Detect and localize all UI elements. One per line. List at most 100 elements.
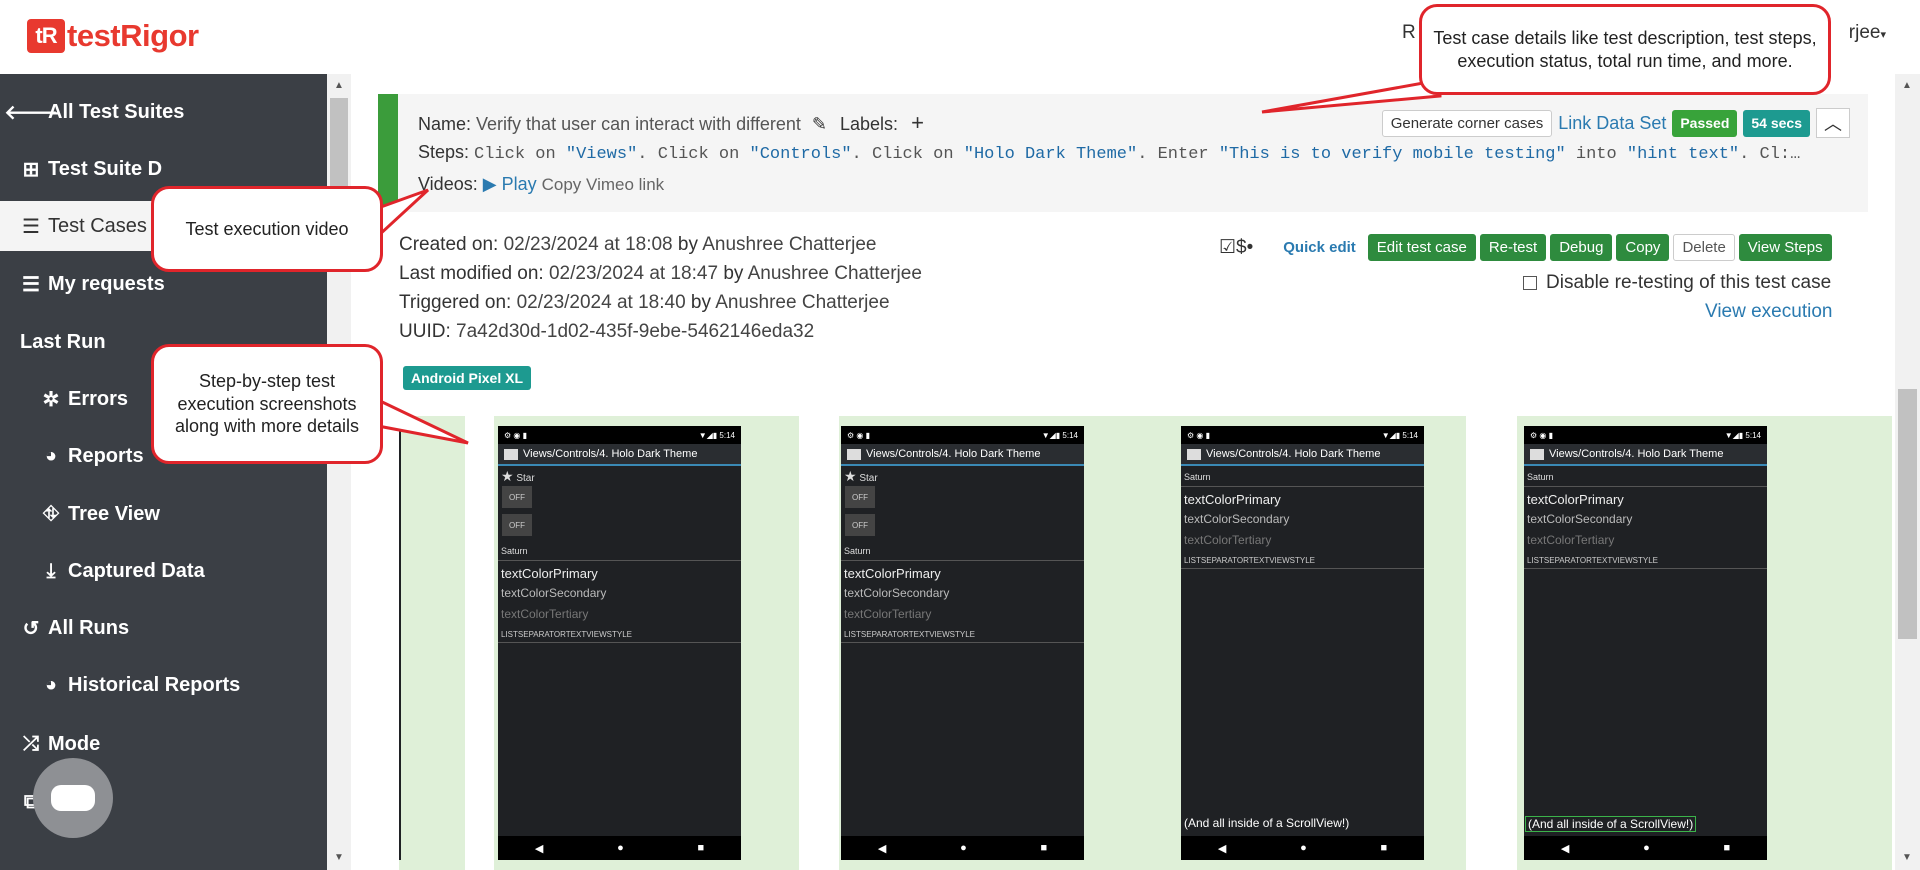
page-scrollbar[interactable]: ▲ ▼: [1895, 74, 1920, 870]
scrollbar-thumb[interactable]: [1898, 389, 1917, 639]
status-icons: ⚙ ◉ ▮: [504, 430, 527, 440]
link-data-set-link[interactable]: Link Data Set: [1558, 113, 1666, 134]
play-video-link[interactable]: ▶ Play: [483, 174, 537, 194]
edit-test-case-button[interactable]: Edit test case: [1367, 234, 1476, 261]
star-row: ★ Star: [844, 468, 878, 484]
star-icon: ★: [501, 468, 514, 484]
user-menu[interactable]: rjee▾: [1849, 22, 1886, 44]
triggered-label: Triggered on:: [399, 292, 512, 313]
created-row: Created on: 02/23/2024 at 18:08 by Anush…: [399, 234, 877, 256]
scroll-up-icon[interactable]: ▲: [1902, 80, 1912, 91]
collapse-button[interactable]: ︿: [1816, 108, 1850, 138]
text-secondary: textColorSecondary: [1184, 512, 1290, 526]
retest-button[interactable]: Re-test: [1479, 234, 1547, 261]
callout-video: Test execution video: [151, 186, 383, 272]
created-label: Created on:: [399, 234, 499, 255]
chevron-up-icon: ︿: [1824, 114, 1842, 134]
scrollview-note: (And all inside of a ScrollView!): [1184, 816, 1350, 830]
sidebar-item-all-test-suites[interactable]: 🡐 All Test Suites: [0, 87, 327, 137]
scroll-up-icon[interactable]: ▲: [334, 80, 344, 91]
phone-screenshot[interactable]: ⚙ ◉ ▮ ▼◢▮ 5:14 Views/Controls/4. Holo Dark…: [498, 426, 741, 860]
chat-icon: [51, 785, 95, 811]
view-execution-link[interactable]: View execution: [1705, 301, 1832, 323]
user-name: rjee: [1848, 22, 1881, 43]
phone-screenshot[interactable]: ⚙ ◉ ▮ ▼◢▮ 5:14 Views/Controls/4. Holo Dark…: [1181, 426, 1424, 860]
recents-icon: ■: [1380, 842, 1388, 854]
scroll-down-icon[interactable]: ▼: [1902, 852, 1912, 863]
sidebar-item-mode[interactable]: ⤮ Mode: [0, 719, 327, 769]
status-icons[interactable]: ☑$•: [1219, 236, 1253, 259]
sidebar-item-label: Last Run: [20, 330, 106, 353]
phone-nav-bar: ◀ ● ■: [498, 836, 741, 860]
step-text: Click on: [474, 145, 566, 164]
logo-mark: tR: [27, 19, 65, 53]
back-icon: ◀: [1560, 842, 1570, 855]
delete-button[interactable]: Delete: [1673, 234, 1735, 261]
phone-title: Views/Controls/4. Holo Dark Theme: [1206, 448, 1381, 460]
triggered-row: Triggered on: 02/23/2024 at 18:40 by Anu…: [399, 292, 890, 314]
phone-screenshot[interactable]: ⚙ ◉ ▮ ▼◢▮ 5:14 Views/Controls/4. Holo Dark…: [1524, 426, 1767, 860]
name-label: Name:: [418, 114, 472, 134]
uuid-label: UUID:: [399, 321, 451, 342]
name-row: Name: Verify that user can interact with…: [418, 110, 924, 136]
step-string: "Views": [565, 145, 638, 164]
sidebar-item-captured-data[interactable]: ⤓ Captured Data: [0, 546, 327, 596]
status-badge: Passed: [1672, 109, 1738, 137]
list-separator: LISTSEPARATORTEXTVIEWSTYLE: [1527, 556, 1658, 565]
text-tertiary: textColorTertiary: [844, 607, 932, 621]
sidebar-item-tree-view[interactable]: ⛗ Tree View: [0, 489, 327, 539]
copy-button[interactable]: Copy: [1616, 234, 1670, 261]
sidebar-item-label: Tree View: [68, 502, 160, 525]
pie-chart-icon: ◕: [44, 444, 58, 467]
chat-widget-button[interactable]: [33, 758, 113, 838]
modified-label: Last modified on:: [399, 263, 544, 284]
text-tertiary: textColorTertiary: [1527, 533, 1615, 547]
disable-retest-checkbox[interactable]: [1523, 276, 1537, 290]
screenshot-card[interactable]: [399, 416, 465, 870]
testrigor-logo[interactable]: tR testRigor: [27, 16, 199, 56]
top-nav-fragment[interactable]: R: [1402, 22, 1416, 44]
sidebar-item-label: Reports: [68, 444, 144, 467]
download-icon: ⤓: [46, 559, 56, 582]
steps-label: Steps:: [418, 142, 470, 162]
back-icon: ◀: [534, 842, 544, 855]
sidebar-item-label: Test Cases: [48, 214, 147, 237]
by-label: by: [723, 263, 744, 284]
modified-row: Last modified on: 02/23/2024 at 18:47 by…: [399, 263, 922, 285]
saturn-spinner: Saturn: [501, 546, 528, 556]
phone-status-bar: ⚙ ◉ ▮ ▼◢▮ 5:14: [841, 426, 1084, 444]
view-steps-button[interactable]: View Steps: [1738, 234, 1832, 261]
sidebar-item-all-runs[interactable]: ↺ All Runs: [0, 603, 327, 653]
add-label-icon[interactable]: +: [911, 110, 924, 135]
phone-time: ▼◢▮ 5:14: [1041, 430, 1078, 440]
generate-corner-cases-button[interactable]: Generate corner cases: [1381, 109, 1553, 137]
list-separator: LISTSEPARATORTEXTVIEWSTYLE: [844, 630, 975, 639]
quick-edit-link[interactable]: Quick edit: [1283, 239, 1356, 256]
sidebar-item-historical-reports[interactable]: ◕ Historical Reports: [0, 660, 327, 710]
device-tag: Android Pixel XL: [403, 366, 532, 390]
phone-nav-bar: ◀ ● ■: [841, 836, 1084, 860]
off-toggle: OFF: [845, 514, 875, 536]
callout-screenshots: Step-by-step test execution screenshots …: [151, 344, 383, 464]
home-icon: ●: [1300, 842, 1307, 854]
phone-screenshot[interactable]: ⚙ ◉ ▮ ▼◢▮ 5:14 Views/Controls/4. Holo Dark…: [841, 426, 1084, 860]
edit-icon[interactable]: ✎: [812, 114, 827, 134]
debug-button[interactable]: Debug: [1550, 234, 1613, 261]
text-secondary: textColorSecondary: [844, 586, 950, 600]
home-icon: ●: [960, 842, 967, 854]
bug-icon: ✲: [42, 388, 60, 411]
scroll-down-icon[interactable]: ▼: [334, 852, 344, 863]
recents-icon: ■: [1723, 842, 1731, 854]
text-tertiary: textColorTertiary: [501, 607, 589, 621]
status-icons: ⚙ ◉ ▮: [847, 430, 870, 440]
list-icon: ☰: [22, 215, 40, 238]
step-string: "Holo Dark Theme": [963, 145, 1138, 164]
step-string: "hint text": [1626, 145, 1740, 164]
copy-vimeo-link[interactable]: Copy Vimeo link: [542, 175, 665, 194]
caret-down-icon: ▾: [1880, 29, 1886, 41]
header-actions: Generate corner cases Link Data Set Pass…: [1381, 108, 1850, 138]
phone-title: Views/Controls/4. Holo Dark Theme: [1549, 448, 1724, 460]
phone-status-bar: ⚙ ◉ ▮ ▼◢▮ 5:14: [1524, 426, 1767, 444]
back-icon: ◀: [877, 842, 887, 855]
action-bar: ☑$• Quick edit Edit test case Re-test De…: [1219, 234, 1832, 261]
